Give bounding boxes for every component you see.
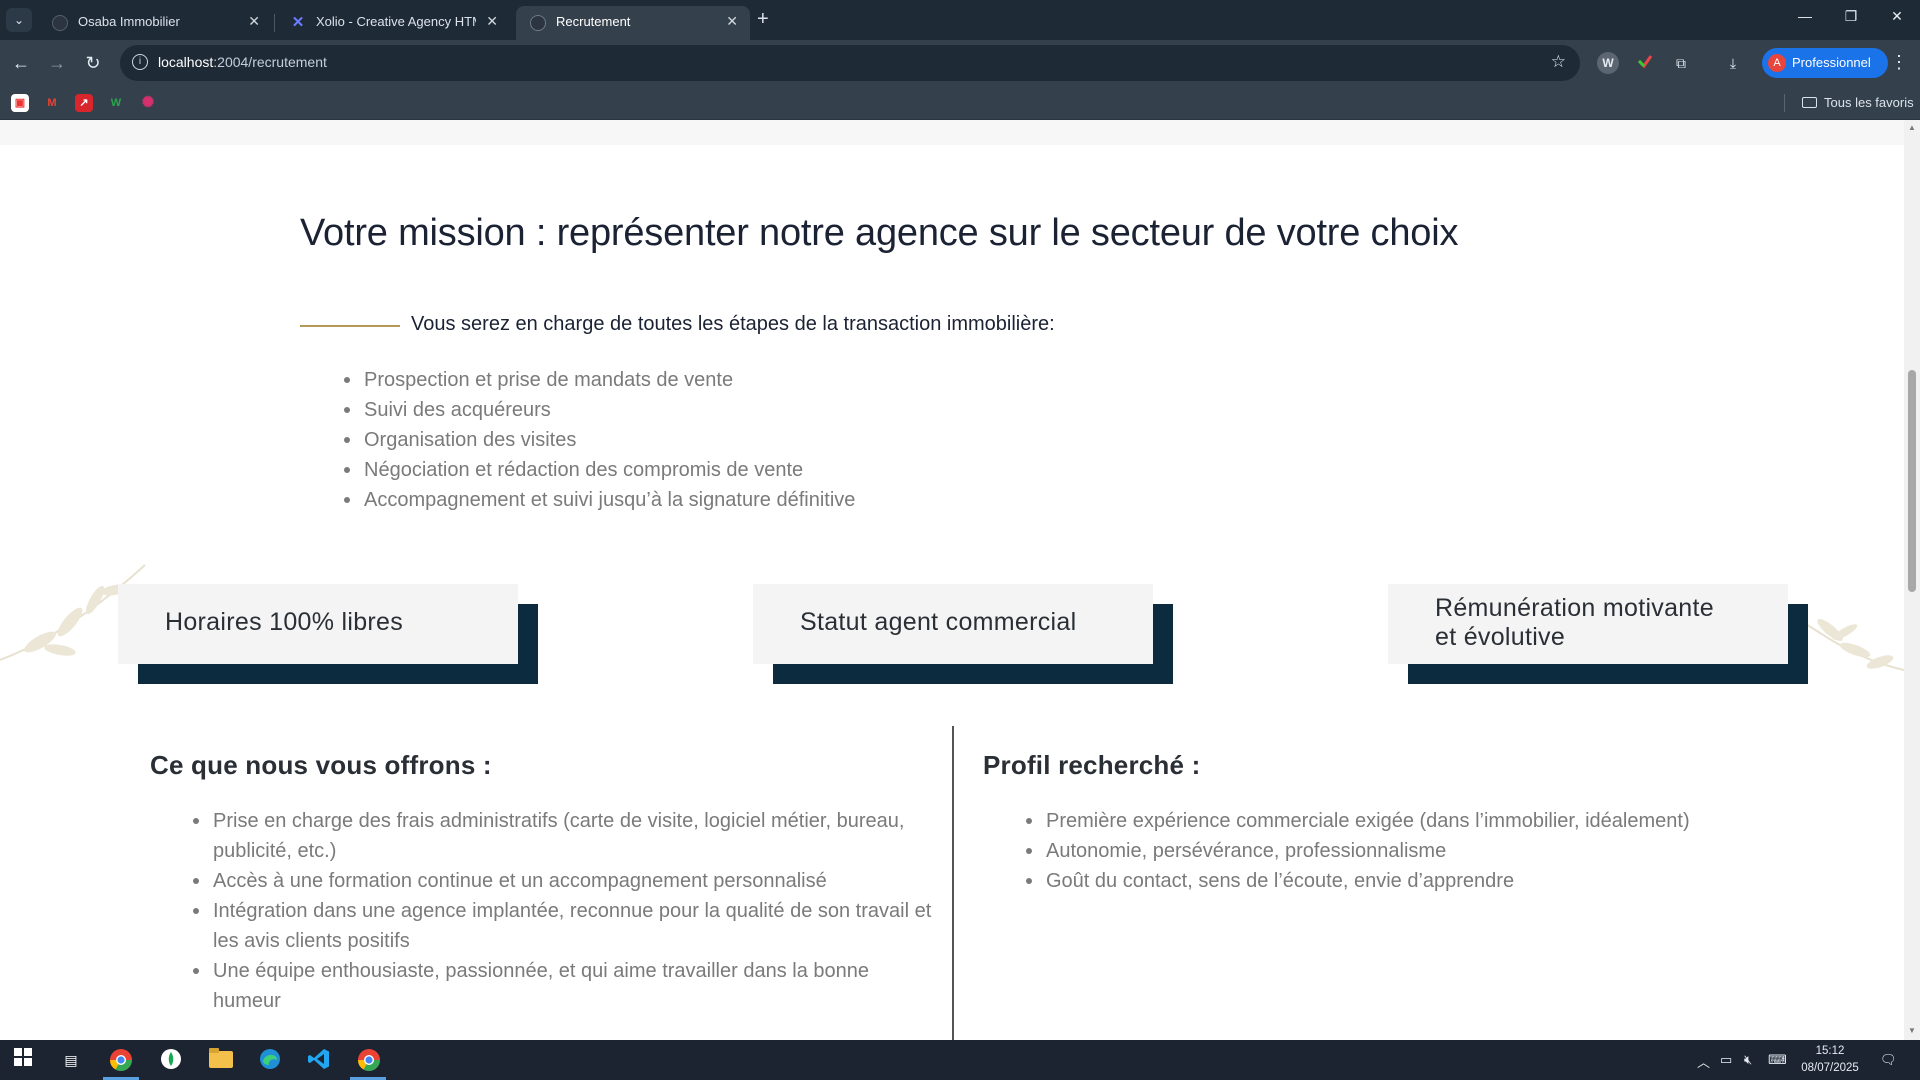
restore-window-icon[interactable]: ❐ [1828, 8, 1874, 25]
clock-date: 08/07/2025 [1801, 1062, 1859, 1074]
list-item: Intégration dans une agence implantée, r… [193, 896, 933, 956]
header-strip [0, 120, 1904, 145]
file-explorer-icon[interactable] [208, 1048, 234, 1072]
chrome-taskbar-icon[interactable] [108, 1048, 134, 1072]
tab-search-button[interactable]: ⌄ [6, 8, 32, 32]
close-window-icon[interactable]: ✕ [1874, 8, 1920, 25]
task-view-icon[interactable]: ▤ [58, 1048, 84, 1072]
site-info-icon[interactable]: i [132, 54, 148, 70]
wordpress-extension-icon[interactable]: W [1597, 52, 1619, 74]
back-arrow-icon[interactable]: ← [8, 50, 34, 76]
feature-card-horaires: Horaires 100% libres [118, 584, 538, 684]
mission-subtitle: Vous serez en charge de toutes les étape… [411, 313, 1055, 335]
url-text: localhost:2004/recrutement [158, 54, 327, 70]
all-bookmarks-label: Tous les favoris [1824, 95, 1914, 110]
vscode-icon[interactable] [306, 1048, 332, 1072]
windows-start-icon[interactable] [10, 1048, 36, 1072]
browser-tab-strip: ⌄ Osaba Immobilier ✕ ✕ Xolio - Creative … [0, 0, 1920, 40]
profile-button[interactable]: A Professionnel [1762, 48, 1888, 78]
profil-title: Profil recherché : [983, 750, 1201, 780]
tab-xolio[interactable]: ✕ Xolio - Creative Agency HTML5 ✕ [276, 6, 510, 40]
bookmark-star-icon[interactable]: ☆ [1551, 52, 1566, 72]
leaf-decoration-right-icon [1800, 619, 1904, 671]
downloads-icon[interactable]: ⤓ [1722, 52, 1744, 74]
list-item: Une équipe enthousiaste, passionnée, et … [193, 956, 933, 1016]
card-face: Rémunération motivante et évolutive [1388, 584, 1788, 664]
list-item: Accompagnement et suivi jusqu’à la signa… [343, 485, 855, 515]
bookmark-dribbble-icon[interactable]: ✺ [139, 94, 157, 112]
show-hidden-icons-chevron-icon[interactable]: ︿ [1697, 1052, 1710, 1071]
edge-browser-icon[interactable] [257, 1048, 283, 1072]
volume-muted-icon[interactable]: 🔇︎ [1744, 1052, 1752, 1068]
folder-icon [1802, 97, 1817, 108]
new-tab-button[interactable]: + [757, 8, 769, 31]
system-clock[interactable]: 15:12 08/07/2025 [1790, 1043, 1870, 1077]
scroll-up-arrow-icon[interactable]: ▲ [1908, 123, 1916, 132]
column-divider [952, 726, 954, 1040]
colorpick-extension-icon[interactable] [1634, 52, 1656, 74]
offer-title: Ce que nous vous offrons : [150, 750, 492, 780]
site-favicon-icon [52, 15, 68, 31]
card-title: Statut agent commercial [800, 608, 1077, 636]
bookmark-gmail-icon[interactable]: M [43, 94, 61, 112]
bookmark-app-icon[interactable]: ↗ [75, 94, 93, 112]
profil-list: Première expérience commerciale exigée (… [1026, 806, 1866, 896]
close-tab-icon[interactable]: ✕ [726, 13, 738, 30]
scroll-down-arrow-icon[interactable]: ▼ [1908, 1026, 1916, 1035]
tab-osaba[interactable]: Osaba Immobilier ✕ [38, 6, 272, 40]
mission-title: Votre mission : représenter notre agence… [300, 212, 1459, 254]
xolio-favicon-icon: ✕ [291, 14, 305, 31]
mission-list: Prospection et prise de mandats de vente… [343, 365, 855, 515]
feature-card-statut: Statut agent commercial [753, 584, 1173, 684]
close-tab-icon[interactable]: ✕ [248, 13, 260, 30]
forward-arrow-icon[interactable]: → [44, 50, 70, 76]
list-item: Organisation des visites [343, 425, 855, 455]
windows-taskbar: ▤ ︿ ▭ 🔇︎ ⌨ 15:12 08/07/2025 🗨︎ [0, 1040, 1920, 1080]
tab-title: Recrutement [556, 14, 631, 29]
card-face: Horaires 100% libres [118, 584, 518, 664]
minimize-window-icon[interactable]: — [1782, 8, 1828, 24]
profile-avatar: A [1768, 54, 1786, 72]
site-favicon-icon [530, 15, 546, 31]
list-item: Prospection et prise de mandats de vente [343, 365, 855, 395]
gold-accent-line [300, 325, 400, 327]
clock-time: 15:12 [1815, 1045, 1845, 1057]
notifications-icon[interactable]: 🗨︎ [1880, 1052, 1897, 1068]
extensions-puzzle-icon[interactable]: ⧉ [1670, 52, 1692, 74]
card-title: Horaires 100% libres [165, 608, 404, 636]
tab-title: Osaba Immobilier [78, 14, 180, 29]
list-item: Accès à une formation continue et un acc… [193, 866, 933, 896]
page-scrollbar[interactable]: ▲ ▼ [1904, 120, 1920, 1040]
tab-separator [274, 14, 275, 32]
browser-menu-icon[interactable]: ⋮ [1890, 52, 1908, 73]
card-title: Rémunération motivante et évolutive [1435, 594, 1714, 651]
list-item: Négociation et rédaction des compromis d… [343, 455, 855, 485]
list-item: Goût du contact, sens de l’écoute, envie… [1026, 866, 1866, 896]
list-item: Suivi des acquéreurs [343, 395, 855, 425]
feature-card-remuneration: Rémunération motivante et évolutive [1388, 584, 1808, 684]
browser-toolbar: ← → ↻ i localhost:2004/recrutement ☆ W ⧉… [0, 40, 1920, 86]
list-item: Autonomie, persévérance, professionnalis… [1026, 836, 1866, 866]
chrome-profile-taskbar-icon[interactable] [356, 1048, 382, 1072]
tab-recrutement[interactable]: Recrutement ✕ [516, 6, 750, 40]
keyboard-icon[interactable]: ⌨ [1768, 1052, 1787, 1068]
offer-list: Prise en charge des frais administratifs… [193, 806, 933, 1016]
scrollbar-thumb[interactable] [1908, 370, 1916, 592]
card-face: Statut agent commercial [753, 584, 1153, 664]
all-bookmarks-button[interactable]: Tous les favoris [1802, 95, 1914, 110]
bookmark-w-icon[interactable]: W [107, 94, 125, 112]
address-bar[interactable]: i localhost:2004/recrutement ☆ [120, 45, 1580, 81]
list-item: Prise en charge des frais administratifs… [193, 806, 933, 866]
bookmark-calendar-icon[interactable]: ▣ [11, 94, 29, 112]
mongodb-compass-icon[interactable] [158, 1048, 184, 1072]
profile-label: Professionnel [1792, 55, 1871, 70]
list-item: Première expérience commerciale exigée (… [1026, 806, 1866, 836]
close-tab-icon[interactable]: ✕ [486, 13, 498, 30]
network-icon[interactable]: ▭ [1720, 1052, 1732, 1068]
bookmarks-bar: ▣ M ↗ W ✺ Tous les favoris [0, 86, 1920, 120]
reload-icon[interactable]: ↻ [80, 50, 106, 76]
tab-title: Xolio - Creative Agency HTML5 [316, 14, 476, 29]
bookmarks-separator [1784, 94, 1785, 112]
page-content: Votre mission : représenter notre agence… [0, 120, 1904, 1040]
